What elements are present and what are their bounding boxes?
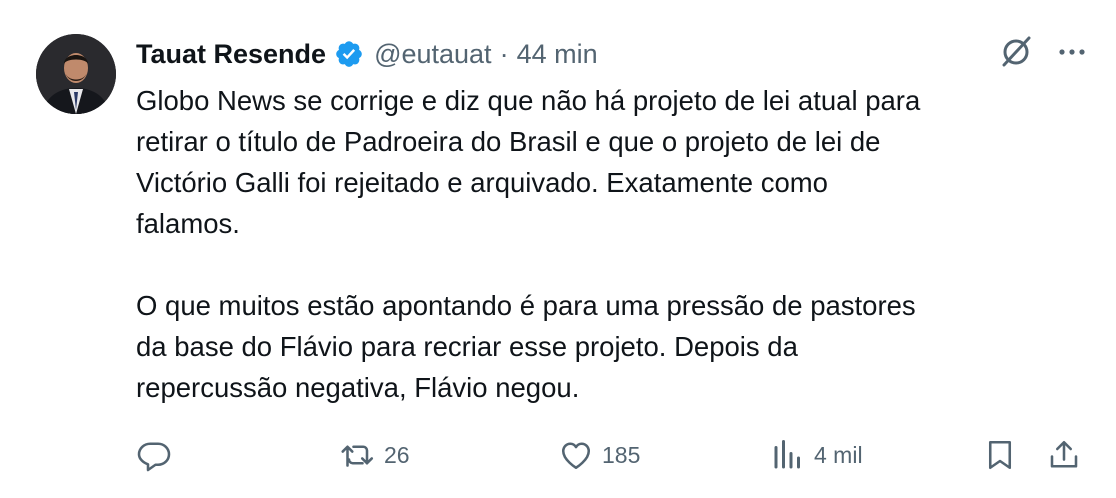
share-button[interactable] (1046, 432, 1082, 478)
tweet-timestamp[interactable]: 44 min (517, 39, 598, 70)
share-icon (1050, 440, 1078, 468)
author-handle[interactable]: @eutauat (374, 39, 492, 70)
author-name[interactable]: Tauat Resende (136, 39, 326, 70)
bookmark-icon (988, 440, 1012, 470)
avatar[interactable] (36, 34, 116, 114)
tweet-text: Globo News se corrige e diz que não há p… (136, 85, 921, 403)
reply-icon (137, 442, 171, 472)
like-count: 185 (602, 441, 641, 468)
avatar-image (36, 34, 116, 114)
tweet-actions: 26 185 4 mil (136, 432, 1086, 478)
tweet-header: Tauat Resende @eutauat · 44 min (136, 34, 598, 74)
verified-badge-icon (334, 39, 364, 69)
more-icon[interactable] (1054, 34, 1090, 75)
retweet-button[interactable]: 26 (340, 432, 410, 478)
reply-button[interactable] (136, 432, 180, 478)
header-actions (998, 34, 1090, 74)
retweet-count: 26 (384, 441, 410, 468)
views-count: 4 mil (814, 441, 863, 468)
like-button[interactable]: 185 (558, 432, 640, 478)
separator-dot: · (499, 38, 509, 69)
bookmark-button[interactable] (982, 432, 1018, 478)
heart-icon (561, 442, 591, 470)
grok-icon[interactable] (998, 34, 1034, 75)
tweet-card[interactable]: Tauat Resende @eutauat · 44 min Globo Ne (0, 0, 1116, 498)
views-button[interactable]: 4 mil (770, 432, 863, 478)
views-icon (774, 440, 800, 469)
retweet-icon (341, 445, 374, 467)
